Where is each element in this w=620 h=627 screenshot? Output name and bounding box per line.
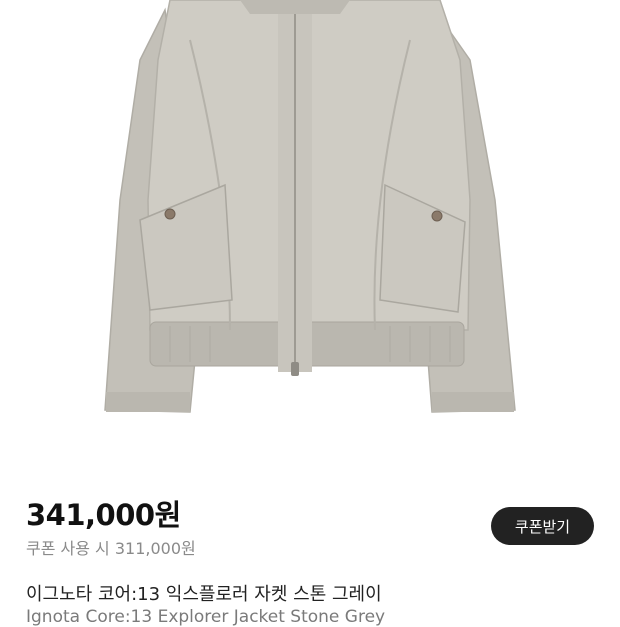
product-title-korean[interactable]: 이그노타 코어:13 익스플로러 자켓 스톤 그레이 — [26, 580, 382, 606]
jacket-illustration — [104, 0, 516, 413]
coupon-button[interactable]: 쿠폰받기 — [491, 507, 594, 545]
product-title-english[interactable]: Ignota Core:13 Explorer Jacket Stone Gre… — [26, 607, 385, 627]
coupon-price-text: 쿠폰 사용 시 311,000원 — [26, 539, 196, 558]
price: 341,000원 — [26, 498, 181, 532]
product-image[interactable] — [0, 0, 620, 470]
